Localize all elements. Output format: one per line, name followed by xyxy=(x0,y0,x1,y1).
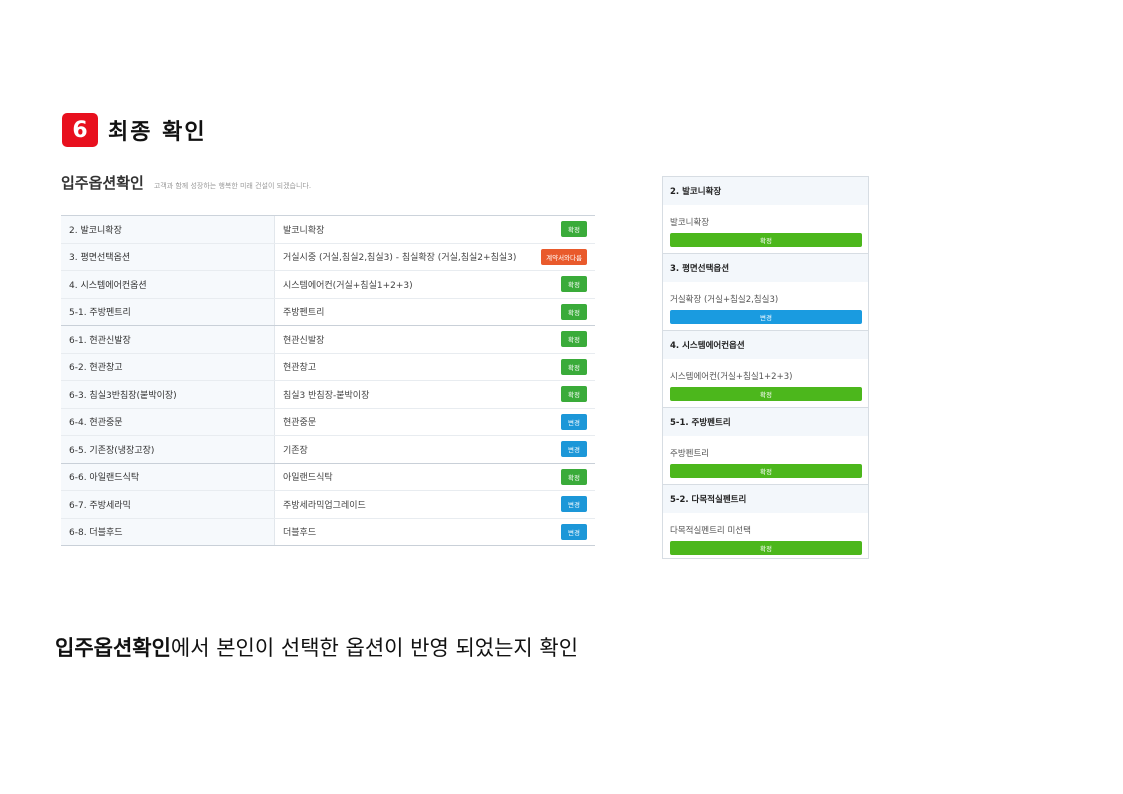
option-name: 6-6. 아일랜드식탁 xyxy=(61,463,275,490)
mobile-option-value: 시스템에어컨(거실+침실1+2+3) xyxy=(670,372,793,382)
option-name: 2. 발코니확장 xyxy=(61,216,275,243)
option-name: 3. 평면선택옵션 xyxy=(61,243,275,270)
option-value: 현관신발장 xyxy=(283,335,325,346)
option-value: 기존장 xyxy=(283,445,308,456)
mobile-status-button[interactable]: 확정 xyxy=(670,387,862,401)
mobile-option-value: 다목적실펜트리 미선택 xyxy=(670,526,751,536)
mobile-section-header: 5-1. 주방펜트리 xyxy=(663,408,868,436)
table-row: 6-4. 현관중문 현관중문 변경 xyxy=(61,408,595,436)
option-value: 주방펜트리 xyxy=(283,308,325,319)
status-cell: 확정 xyxy=(525,276,595,293)
mobile-option-panel: 2. 발코니확장 발코니확장 확정 3. 평면선택옵션 거실확장 (거실+침실2,침실3… xyxy=(662,176,869,559)
status-badge: 확정 xyxy=(561,331,587,348)
status-cell: 확정 xyxy=(525,468,595,485)
status-badge: 확정 xyxy=(561,358,587,375)
caption-rest: 에서 본인이 선택한 옵션이 반영 되었는지 확인 xyxy=(170,636,579,660)
option-value: 발코니확장 xyxy=(283,225,325,236)
mobile-option-section: 2. 발코니확장발코니확장확정 xyxy=(663,177,868,254)
status-badge: 확정 xyxy=(561,468,587,485)
status-cell: 변경 xyxy=(525,441,595,458)
status-cell: 확정 xyxy=(525,358,595,375)
option-value: 침실3 반침장-붙박이장 xyxy=(283,390,370,401)
mobile-section-body: 거실확장 (거실+침실2,침실3) 변경 xyxy=(663,282,868,330)
status-badge: 변경 xyxy=(561,413,587,430)
status-badge: 확정 xyxy=(561,303,587,320)
mobile-section-header: 2. 발코니확장 xyxy=(663,177,868,205)
mobile-option-section: 4. 시스템에어컨옵션시스템에어컨(거실+침실1+2+3) 확정 xyxy=(663,331,868,408)
mobile-section-header: 4. 시스템에어컨옵션 xyxy=(663,331,868,359)
mobile-option-value: 거실확장 (거실+침실2,침실3) xyxy=(670,295,779,305)
caption-text: 입주옵션확인에서 본인이 선택한 옵션이 반영 되었는지 확인 xyxy=(55,632,578,662)
status-badge: 변경 xyxy=(561,523,587,540)
panel-header: 입주옵션확인 고객과 함께 성장하는 행복한 미래 건설이 되겠습니다. xyxy=(61,172,595,200)
mobile-option-section: 5-2. 다목적실펜트리다목적실펜트리 미선택확정 xyxy=(663,485,868,558)
table-row: 3. 평면선택옵션 거실시중 (거실,침실2,침실3) - 침실확장 (거실,침실… xyxy=(61,243,595,271)
mobile-option-section: 5-1. 주방펜트리주방펜트리확정 xyxy=(663,408,868,485)
mobile-status-button[interactable]: 확정 xyxy=(670,541,862,555)
mobile-section-body: 다목적실펜트리 미선택확정 xyxy=(663,513,868,558)
option-value: 아일랜드식탁 xyxy=(283,473,333,484)
table-row: 4. 시스템에어컨옵션 시스템에어컨(거실+침실1+2+3) 확정 xyxy=(61,271,595,299)
table-row: 6-3. 침실3반침장(붙박이장) 침실3 반침장-붙박이장 확정 xyxy=(61,381,595,409)
mobile-section-header: 3. 평면선택옵션 xyxy=(663,254,868,282)
option-table: 2. 발코니확장 발코니확장 확정 3. 평면선택옵션 거실시중 (거실,침실2,침실3… xyxy=(61,215,595,546)
mobile-section-body: 발코니확장확정 xyxy=(663,205,868,253)
step-number-badge: 6 xyxy=(62,113,98,147)
status-cell: 확정 xyxy=(525,386,595,403)
status-badge: 변경 xyxy=(561,496,587,513)
mobile-option-section: 3. 평면선택옵션거실확장 (거실+침실2,침실3) 변경 xyxy=(663,254,868,331)
mobile-section-header: 5-2. 다목적실펜트리 xyxy=(663,485,868,513)
option-value: 주방세라믹업그레이드 xyxy=(283,500,366,511)
mobile-section-body: 시스템에어컨(거실+침실1+2+3) 확정 xyxy=(663,359,868,407)
option-value: 더블후드 xyxy=(283,528,317,539)
status-cell: 확정 xyxy=(525,331,595,348)
table-row: 6-1. 현관신발장 현관신발장 확정 xyxy=(61,326,595,354)
status-cell: 변경 xyxy=(525,413,595,430)
status-cell: 변경 xyxy=(525,496,595,513)
option-name: 6-2. 현관창고 xyxy=(61,353,275,380)
status-cell: 계약서와다름 xyxy=(525,248,595,265)
mobile-section-body: 주방펜트리확정 xyxy=(663,436,868,484)
panel-title: 입주옵션확인 xyxy=(61,174,144,192)
table-row: 6-5. 기존장(냉장고장) 기존장 변경 xyxy=(61,436,595,464)
caption-bold: 입주옵션확인 xyxy=(55,636,171,660)
option-name: 4. 시스템에어컨옵션 xyxy=(61,271,275,298)
mobile-status-button[interactable]: 확정 xyxy=(670,233,862,247)
option-value: 현관중문 xyxy=(283,418,317,429)
status-badge: 계약서와다름 xyxy=(541,248,587,265)
status-badge: 확정 xyxy=(561,276,587,293)
option-name: 6-3. 침실3반침장(붙박이장) xyxy=(61,381,275,408)
option-value: 거실시중 (거실,침실2,침실3) - 침실확장 (거실,침실2+침실3) xyxy=(283,253,517,264)
status-badge: 확정 xyxy=(561,221,587,238)
table-row: 6-6. 아일랜드식탁 아일랜드식탁 확정 xyxy=(61,463,595,491)
mobile-status-button[interactable]: 변경 xyxy=(670,310,862,324)
option-name: 6-4. 현관중문 xyxy=(61,408,275,435)
option-name: 6-7. 주방세라믹 xyxy=(61,491,275,518)
option-name: 6-5. 기존장(냉장고장) xyxy=(61,436,275,463)
mobile-option-value: 주방펜트리 xyxy=(670,449,710,459)
table-row: 6-7. 주방세라믹 주방세라믹업그레이드 변경 xyxy=(61,491,595,519)
table-row: 6-8. 더블후드 더블후드 변경 xyxy=(61,518,595,546)
status-cell: 확정 xyxy=(525,303,595,320)
option-name: 5-1. 주방펜트리 xyxy=(61,298,275,325)
status-cell: 변경 xyxy=(525,523,595,540)
step-header: 6 최종 확인 xyxy=(62,113,207,147)
mobile-status-button[interactable]: 확정 xyxy=(670,464,862,478)
option-value: 시스템에어컨(거실+침실1+2+3) xyxy=(283,280,413,291)
option-name: 6-8. 더블후드 xyxy=(61,518,275,545)
step-title: 최종 확인 xyxy=(108,120,207,145)
table-row: 6-2. 현관창고 현관창고 확정 xyxy=(61,353,595,381)
table-row: 2. 발코니확장 발코니확장 확정 xyxy=(61,216,595,244)
status-badge: 변경 xyxy=(561,441,587,458)
status-cell: 확정 xyxy=(525,221,595,238)
table-row: 5-1. 주방펜트리 주방펜트리 확정 xyxy=(61,298,595,326)
option-name: 6-1. 현관신발장 xyxy=(61,326,275,353)
status-badge: 확정 xyxy=(561,386,587,403)
option-confirm-panel: 입주옵션확인 고객과 함께 성장하는 행복한 미래 건설이 되겠습니다. 2. … xyxy=(61,172,595,546)
mobile-option-value: 발코니확장 xyxy=(670,218,710,228)
option-value: 현관창고 xyxy=(283,363,317,374)
panel-subtitle: 고객과 함께 성장하는 행복한 미래 건설이 되겠습니다. xyxy=(153,182,312,190)
